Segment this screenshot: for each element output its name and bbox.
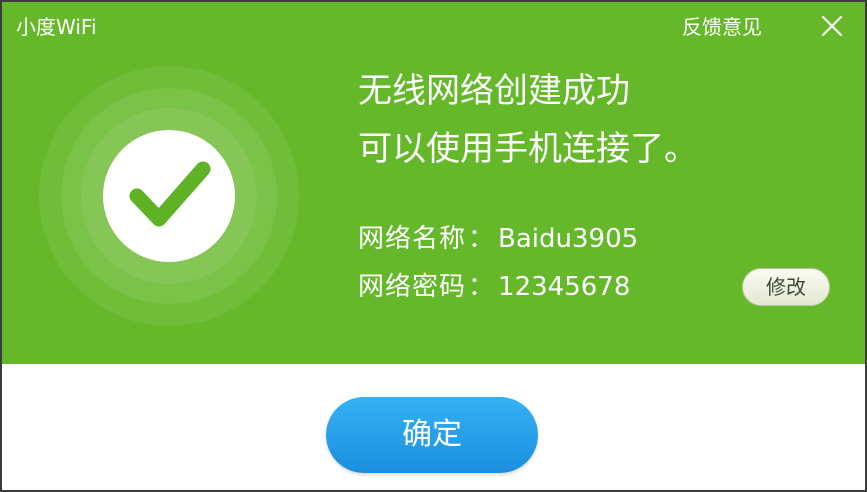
success-panel: 小度WiFi 反馈意见 无线网络创建成功 可以使用手机连接了。 网络名称：Ba [2,2,865,364]
app-title: 小度WiFi [16,15,97,39]
close-button[interactable] [814,8,850,44]
network-name-label: 网络名称 [358,224,467,254]
success-subheadline: 可以使用手机连接了。 [358,129,698,169]
network-password-separator: ： [468,272,495,302]
network-name-separator: ： [468,224,495,254]
success-checkmark-icon [34,66,314,336]
confirm-button[interactable]: 确定 [326,397,538,473]
close-icon [814,8,850,44]
network-password-label: 网络密码 [358,272,467,302]
success-headline: 无线网络创建成功 [358,71,630,111]
wifi-success-dialog: 小度WiFi 反馈意见 无线网络创建成功 可以使用手机连接了。 网络名称：Ba [0,0,867,492]
network-password-row: 网络密码： 12345678 [358,270,630,304]
modify-button[interactable]: 修改 [742,268,830,306]
network-name-value: Baidu3905 [498,224,639,254]
network-name-row: 网络名称： Baidu3905 [358,222,638,256]
feedback-link[interactable]: 反馈意见 [682,14,762,40]
network-password-value: 12345678 [498,272,631,302]
